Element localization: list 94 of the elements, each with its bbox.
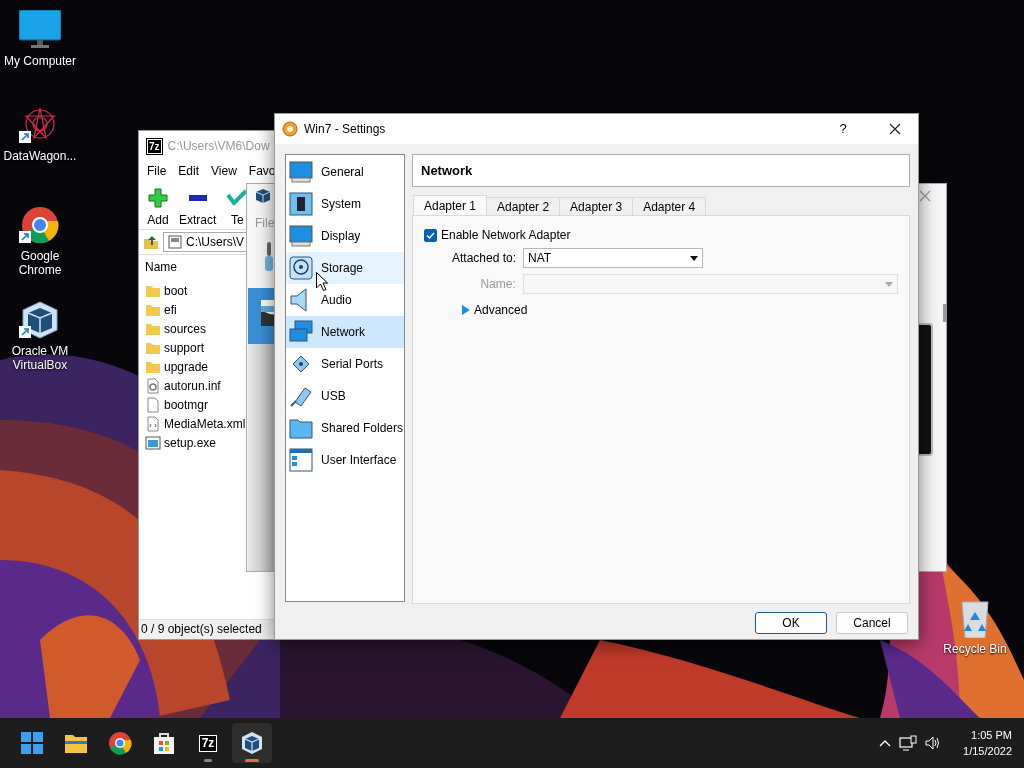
section-item[interactable]: System: [286, 188, 404, 220]
gear-icon: [282, 121, 298, 137]
tab[interactable]: Adapter 2: [486, 197, 561, 215]
file-name[interactable]: support: [164, 338, 205, 357]
tab[interactable]: Adapter 3: [559, 197, 634, 215]
file-name[interactable]: efi: [164, 300, 177, 319]
dialog-button[interactable]: Cancel: [836, 612, 908, 634]
menu-item[interactable]: View: [205, 162, 243, 180]
attached-dropdown[interactable]: NAT: [523, 248, 703, 268]
os-icon: [261, 300, 275, 326]
desktop-icon-label[interactable]: My Computer: [4, 54, 76, 68]
clock-date[interactable]: 1/15/2022: [963, 743, 1012, 759]
taskbar-button[interactable]: 7z: [188, 723, 228, 763]
section-item[interactable]: Shared Folders: [286, 412, 404, 444]
caret-icon: [690, 255, 698, 261]
app-logo: 7z: [198, 734, 218, 752]
file-name[interactable]: MediaMeta.xml: [164, 414, 246, 433]
field-label: Name:: [479, 276, 516, 293]
vm-list-item[interactable]: [248, 288, 275, 344]
close-icon: [889, 123, 901, 135]
desktop-icon-label[interactable]: Oracle VM VirtualBox: [2, 344, 78, 372]
check-icon: [426, 230, 435, 240]
column-header[interactable]: Name: [145, 258, 247, 278]
address-field[interactable]: C:\Users\V: [163, 232, 246, 252]
folder-icon: [289, 416, 313, 440]
check-icon: [226, 187, 249, 209]
desktop-icon-label[interactable]: Google Chrome: [2, 249, 78, 277]
close-icon[interactable]: [919, 190, 931, 202]
menu-item[interactable]: File: [141, 162, 173, 180]
monitor-icon: [289, 160, 313, 184]
store-icon: [152, 731, 176, 755]
help-button[interactable]: ?: [820, 119, 866, 139]
program-icon: [145, 434, 161, 451]
section-item[interactable]: USB: [286, 380, 404, 412]
cube-icon: [240, 731, 264, 755]
start-icon: [20, 731, 44, 755]
file-icon: [145, 396, 161, 413]
app-logo: 7z: [147, 138, 162, 154]
code-file-icon: [145, 415, 161, 432]
menu-item[interactable]: Edit: [172, 162, 206, 180]
network-icon[interactable]: [899, 735, 918, 751]
status-text: 0 / 9 object(s) selected: [139, 619, 277, 639]
advanced-toggle[interactable]: Advanced: [461, 301, 898, 319]
file-name[interactable]: boot: [164, 281, 188, 300]
caret-icon: [885, 281, 893, 287]
file-name[interactable]: setup.exe: [164, 433, 217, 452]
dialog-button[interactable]: OK: [755, 612, 827, 634]
volume-icon[interactable]: [925, 736, 942, 750]
minus-icon: [188, 195, 207, 201]
running-indicator: [204, 759, 212, 762]
window-icon: [289, 448, 313, 472]
chevron-up-icon[interactable]: [879, 739, 892, 747]
toolbar-button[interactable]: Te: [226, 187, 249, 229]
file-name[interactable]: sources: [164, 319, 207, 338]
browser-icon[interactable]: [19, 205, 61, 245]
dropdown-value: NAT: [528, 250, 552, 267]
tab[interactable]: Adapter 1: [413, 195, 488, 215]
file-name[interactable]: autorun.inf: [164, 376, 221, 395]
section-item[interactable]: User Interface: [286, 444, 404, 476]
chip-icon: [289, 192, 313, 216]
toolbar-button[interactable]: Add: [147, 187, 169, 229]
section-heading: Network: [412, 154, 910, 187]
network-icon: [289, 320, 313, 344]
file-name[interactable]: upgrade: [164, 357, 209, 376]
section-item[interactable]: General: [286, 156, 404, 188]
cube-icon: [255, 188, 271, 204]
section-item[interactable]: Network: [286, 316, 404, 348]
toolbar-button[interactable]: Extract: [179, 187, 217, 229]
field-label: Attached to:: [450, 250, 516, 267]
monitor-icon: [289, 224, 313, 248]
cube-icon[interactable]: [19, 300, 61, 340]
window-title: Win7 - Settings: [304, 121, 386, 138]
taskbar-button[interactable]: [232, 723, 272, 763]
disc-image-icon: [168, 235, 182, 249]
clock-time[interactable]: 1:05 PM: [971, 727, 1012, 743]
gear-file-icon: [145, 377, 161, 394]
plus-icon: [147, 187, 169, 209]
file-name[interactable]: bootmgr: [164, 395, 209, 414]
folder-up-icon[interactable]: [143, 234, 159, 250]
running-indicator: [245, 759, 259, 762]
checkbox-label: Enable Network Adapter: [441, 227, 571, 244]
monitor-icon[interactable]: [19, 10, 61, 50]
tool-icon[interactable]: [264, 242, 274, 272]
tab[interactable]: Adapter 4: [632, 197, 707, 215]
scrollbar-thumb[interactable]: [943, 304, 947, 322]
browser-icon: [108, 731, 132, 755]
section-item[interactable]: Storage: [286, 252, 404, 284]
section-item[interactable]: Audio: [286, 284, 404, 316]
checkbox[interactable]: [424, 228, 437, 242]
section-item[interactable]: Display: [286, 220, 404, 252]
window-title: C:\Users\VM6\Dow: [167, 138, 270, 155]
section-item[interactable]: Serial Ports: [286, 348, 404, 380]
triangle-icon: [461, 305, 470, 315]
desktop-icon-label[interactable]: DataWagon...: [3, 149, 77, 163]
